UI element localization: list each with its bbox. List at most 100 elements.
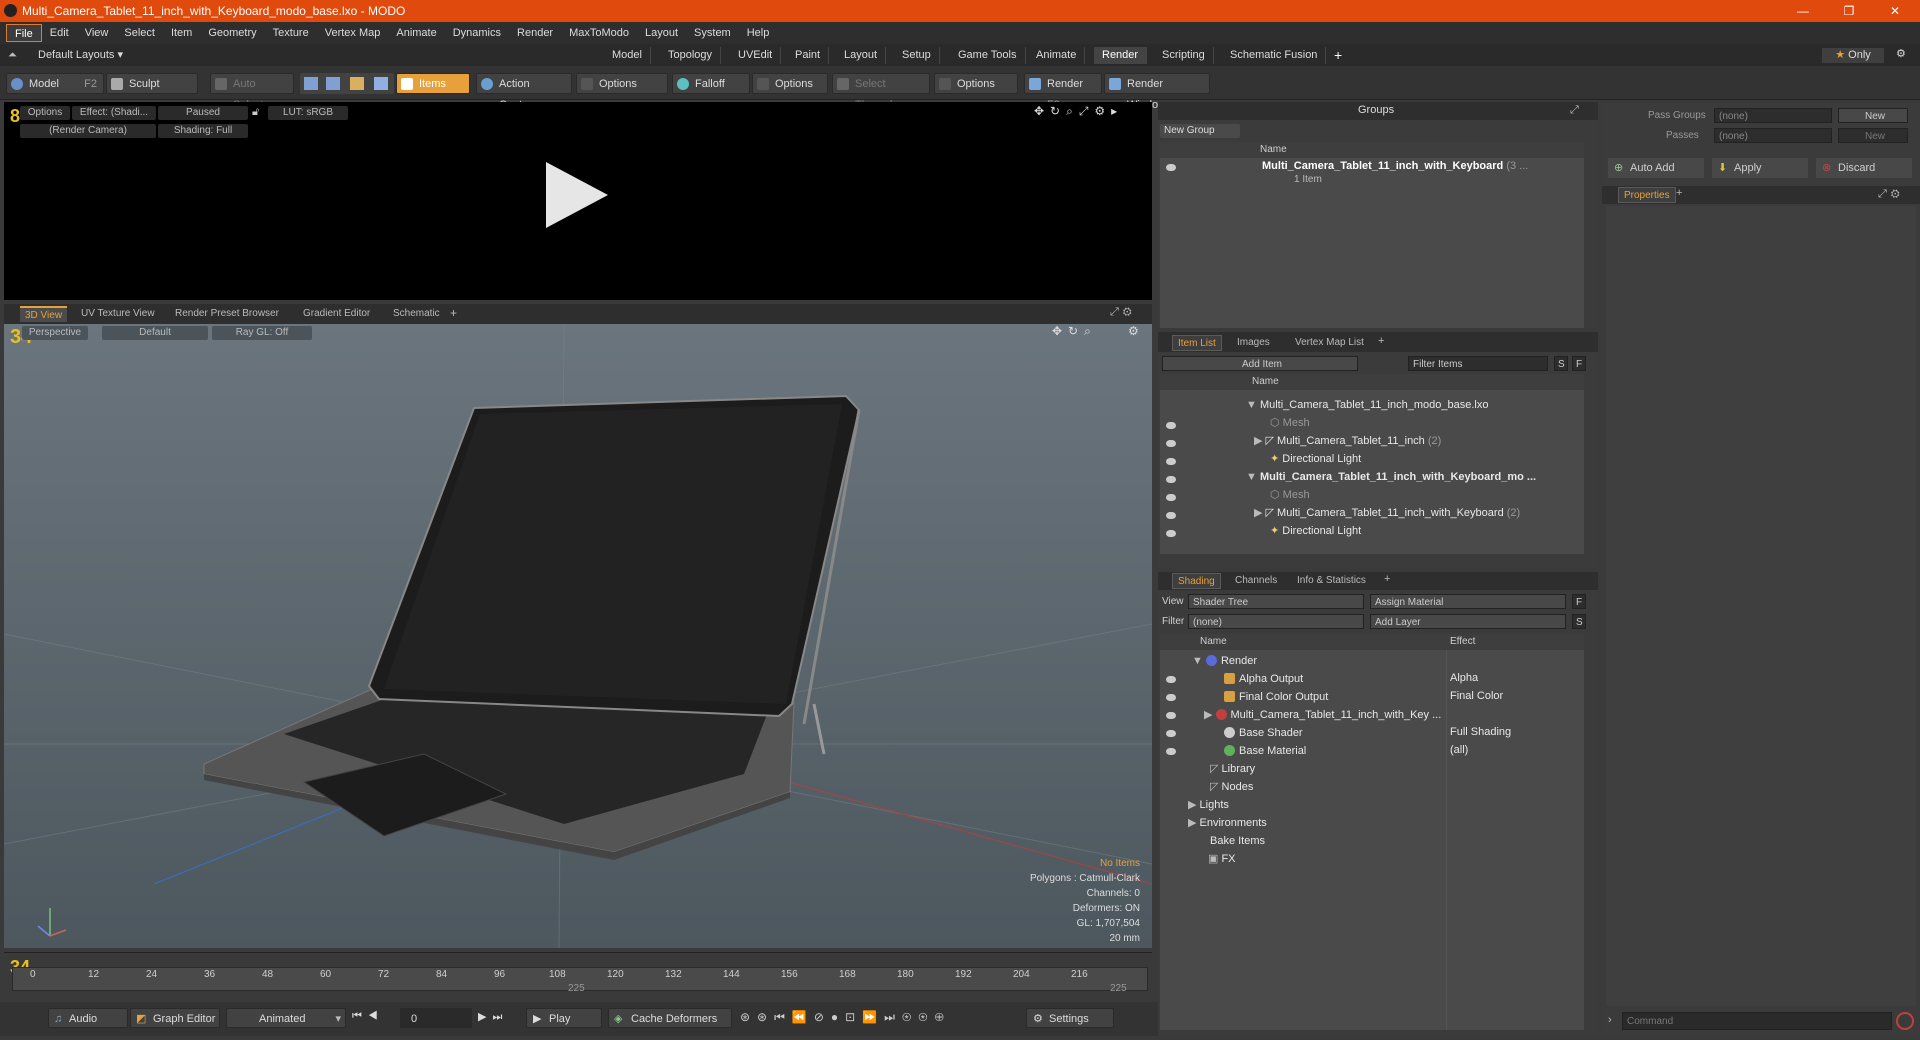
tab-schematic-fusion[interactable]: Schematic Fusion	[1222, 47, 1327, 64]
preview-paused-button[interactable]: Paused	[158, 106, 248, 120]
add-tab-icon[interactable]: +	[1378, 335, 1384, 347]
add-viewport-tab-icon[interactable]: +	[450, 306, 457, 320]
only-toggle[interactable]: ★ Only	[1822, 48, 1884, 63]
passes-dropdown[interactable]: (none)	[1714, 128, 1832, 143]
timeline[interactable]: 34 0 12 24 36 48 60 72 84 96 108 120 132…	[4, 952, 1152, 1000]
animated-dropdown[interactable]: Animated ▾	[226, 1008, 346, 1028]
expand-icon[interactable]: ⤢	[1570, 104, 1579, 117]
tab-channels[interactable]: Channels	[1230, 573, 1282, 589]
assign-material-dropdown[interactable]: Assign Material	[1370, 594, 1566, 609]
properties-expand-gear-icon[interactable]: ⤢⚙	[1878, 188, 1904, 201]
command-input[interactable]: Command	[1622, 1012, 1892, 1030]
lut-dropdown[interactable]: LUT: sRGB	[268, 106, 348, 120]
minimize-button[interactable]: —	[1780, 0, 1826, 22]
eye-icon[interactable]	[1166, 712, 1176, 719]
menu-item[interactable]: Item	[163, 24, 200, 42]
tab-images[interactable]: Images	[1232, 335, 1275, 351]
render-camera-dropdown[interactable]: (Render Camera)	[20, 124, 156, 138]
play-icon[interactable]	[544, 160, 610, 230]
menu-help[interactable]: Help	[739, 24, 778, 42]
effect-value[interactable]: (all)	[1450, 744, 1468, 756]
menu-dynamics[interactable]: Dynamics	[445, 24, 509, 42]
edges-mode-icon[interactable]	[326, 77, 340, 90]
select-through-options-button[interactable]: Options	[934, 73, 1018, 94]
tab-uvedit[interactable]: UVEdit	[730, 47, 782, 64]
eye-icon[interactable]	[1166, 476, 1176, 483]
materials-mode-icon[interactable]	[374, 77, 388, 90]
filter-items-input[interactable]: Filter Items	[1408, 356, 1548, 371]
menu-animate[interactable]: Animate	[388, 24, 444, 42]
add-layer-dropdown[interactable]: Add Layer	[1370, 614, 1566, 629]
pass-groups-dropdown[interactable]: (none)	[1714, 108, 1832, 123]
new-group-button[interactable]: New Group	[1160, 124, 1240, 138]
tab-gradient-editor[interactable]: Gradient Editor	[298, 306, 375, 322]
tab-shading[interactable]: Shading	[1172, 573, 1221, 589]
shader-row[interactable]: ◸ Nodes	[1210, 778, 1630, 796]
tab-layout[interactable]: Layout	[836, 47, 887, 64]
eye-icon[interactable]	[1166, 458, 1176, 465]
menu-layout[interactable]: Layout	[637, 24, 686, 42]
eye-icon[interactable]	[1166, 730, 1176, 737]
perspective-dropdown[interactable]: Perspective	[22, 326, 88, 340]
shader-row[interactable]: ◸ Library	[1210, 760, 1630, 778]
tab-render-preset-browser[interactable]: Render Preset Browser	[170, 306, 284, 322]
menu-select[interactable]: Select	[116, 24, 163, 42]
eye-icon[interactable]	[1166, 494, 1176, 501]
tab-properties[interactable]: Properties	[1618, 187, 1676, 203]
tab-model[interactable]: Model	[604, 47, 651, 64]
viewport-gear-icon[interactable]: ⚙	[1128, 324, 1139, 338]
tab-uv-texture-view[interactable]: UV Texture View	[76, 306, 160, 322]
maximize-button[interactable]: ❐	[1826, 0, 1872, 22]
menu-geometry[interactable]: Geometry	[200, 24, 264, 42]
falloff-button[interactable]: Falloff	[672, 73, 750, 94]
eye-icon[interactable]	[1166, 422, 1176, 429]
tab-vertex-map-list[interactable]: Vertex Map List	[1290, 335, 1369, 351]
menu-system[interactable]: System	[686, 24, 739, 42]
effect-value[interactable]: Final Color	[1450, 690, 1503, 702]
cache-deformers-button[interactable]: ◈ Cache Deformers	[608, 1008, 732, 1028]
shader-row[interactable]: Base Shader	[1224, 724, 1644, 742]
effect-value[interactable]: Alpha	[1450, 672, 1478, 684]
add-tab-icon[interactable]: +	[1676, 187, 1682, 199]
action-center-button[interactable]: Action Center	[476, 73, 572, 111]
tab-info-statistics[interactable]: Info & Statistics	[1292, 573, 1371, 589]
f-toggle[interactable]: F	[1572, 594, 1586, 609]
s-toggle[interactable]: S	[1554, 356, 1568, 371]
filter-dropdown[interactable]: (none)	[1188, 614, 1364, 629]
tab-schematic[interactable]: Schematic	[388, 306, 445, 322]
tab-topology[interactable]: Topology	[660, 47, 722, 64]
eye-icon[interactable]	[1166, 676, 1176, 683]
render-button[interactable]: Render F9	[1024, 73, 1102, 111]
eye-icon[interactable]	[1166, 512, 1176, 519]
settings-button[interactable]: ⚙ Settings	[1026, 1008, 1114, 1028]
audio-button[interactable]: ♫ Audio	[48, 1008, 128, 1028]
preview-options-button[interactable]: Options	[20, 106, 70, 120]
preview-nav-icons[interactable]: ✥↻⌕⤢⚙▸	[1034, 104, 1123, 119]
eye-icon[interactable]	[1166, 748, 1176, 755]
shader-row[interactable]: ▼ Render	[1192, 652, 1612, 670]
add-tab-icon[interactable]: +	[1384, 573, 1390, 585]
group-item[interactable]: Multi_Camera_Tablet_11_inch_with_Keyboar…	[1262, 160, 1528, 172]
record-icon[interactable]	[1896, 1012, 1914, 1030]
eye-icon[interactable]	[1166, 164, 1176, 171]
menu-texture[interactable]: Texture	[265, 24, 317, 42]
lock-icon[interactable]: 🔓︎	[252, 106, 259, 119]
tab-item-list[interactable]: Item List	[1172, 335, 1222, 351]
add-item-dropdown[interactable]: Add Item	[1162, 356, 1358, 371]
menu-vertex-map[interactable]: Vertex Map	[317, 24, 389, 42]
shader-row[interactable]: Bake Items	[1210, 832, 1630, 850]
keyframe-tool-icons[interactable]: ⊛⊛⏮⏪⊘●⊡⏩⏭⊛⊛⊕	[740, 1010, 951, 1025]
apply-button[interactable]: ⬇ Apply	[1712, 158, 1808, 178]
raygl-dropdown[interactable]: Ray GL: Off	[212, 326, 312, 340]
view-dropdown[interactable]: Shader Tree	[1188, 594, 1364, 609]
falloff-options-button[interactable]: Options	[752, 73, 828, 94]
menu-view[interactable]: View	[77, 24, 117, 42]
shader-row[interactable]: Final Color Output	[1224, 688, 1644, 706]
new-pass-button[interactable]: New	[1838, 128, 1908, 143]
discard-button[interactable]: ⊗ Discard	[1816, 158, 1912, 178]
preview-effect-dropdown[interactable]: Effect: (Shadi...	[72, 106, 156, 120]
tab-paint[interactable]: Paint	[787, 47, 830, 64]
add-tab-icon[interactable]: +	[1334, 47, 1342, 63]
auto-select-button[interactable]: Auto Select	[210, 73, 294, 111]
tab-setup[interactable]: Setup	[894, 47, 940, 64]
